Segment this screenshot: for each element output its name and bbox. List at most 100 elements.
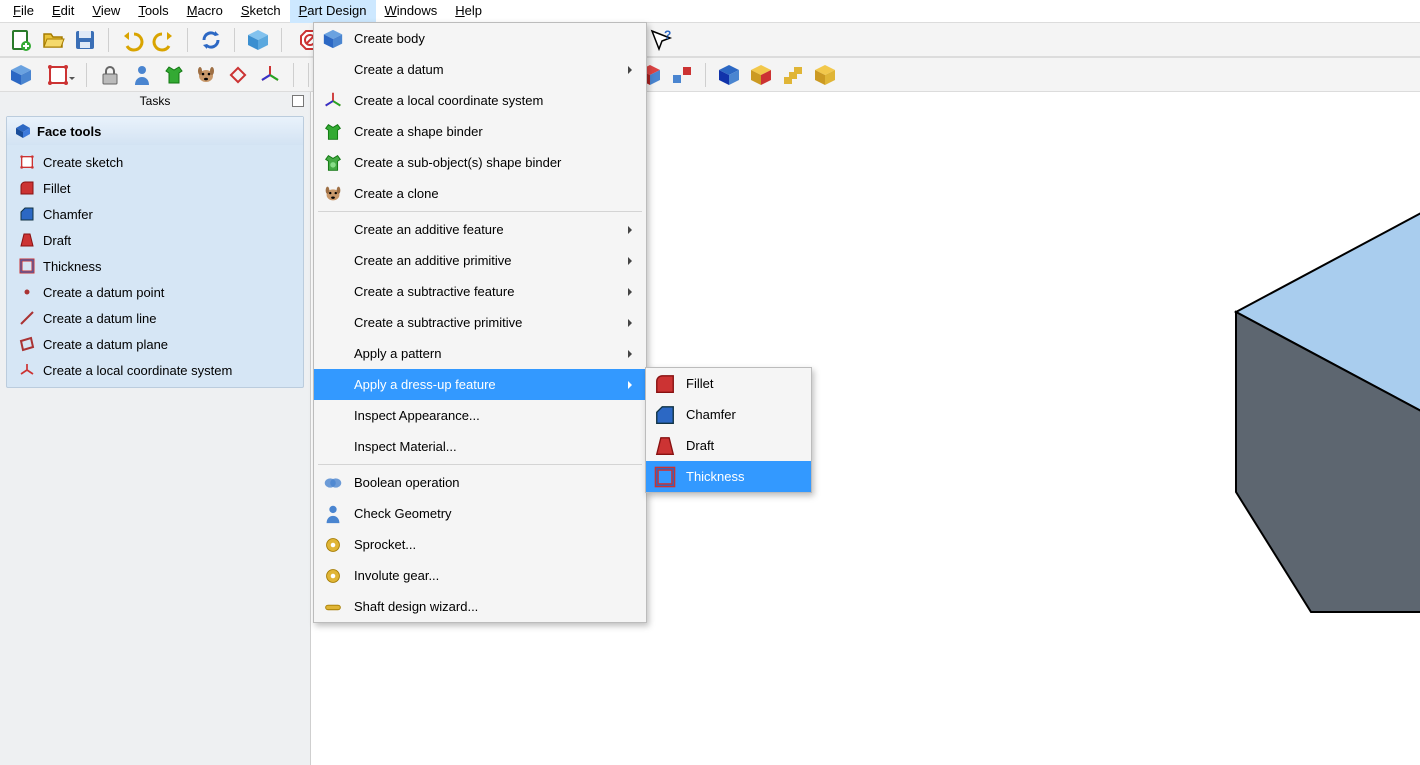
- partdesign-menu: Create body Create a datum Create a local …: [313, 22, 647, 623]
- save-button[interactable]: [70, 25, 100, 55]
- blank-icon: [322, 405, 344, 427]
- menuitem-create-a-local-coordinate-system[interactable]: Create a local coordinate system: [314, 85, 646, 116]
- face-tool-create-sketch[interactable]: Create sketch: [9, 149, 301, 175]
- dressup-submenu: FilletChamfer Draft Thickness: [645, 367, 812, 493]
- shirt-icon: [322, 121, 344, 143]
- menu-file[interactable]: File: [4, 0, 43, 23]
- pl-icon: [19, 336, 35, 352]
- menuitem-label: Create a subtractive feature: [354, 284, 514, 299]
- new-button[interactable]: [6, 25, 36, 55]
- draft-icon: [654, 435, 676, 457]
- face-tool-label: Chamfer: [43, 207, 93, 222]
- gear-icon: [322, 534, 344, 556]
- face-tool-create-a-datum-plane[interactable]: Create a datum plane: [9, 331, 301, 357]
- submenuitem-fillet[interactable]: Fillet: [646, 368, 811, 399]
- block-button[interactable]: [746, 60, 776, 90]
- face-tool-label: Draft: [43, 233, 71, 248]
- open-button[interactable]: [38, 25, 68, 55]
- submenuitem-draft[interactable]: Draft: [646, 430, 811, 461]
- menu-view[interactable]: View: [83, 0, 129, 23]
- sketch-button[interactable]: [38, 60, 78, 90]
- refresh-button[interactable]: [196, 25, 226, 55]
- menuitem-inspect-material-[interactable]: Inspect Material...: [314, 431, 646, 462]
- face-tool-create-a-local-coordinate-system[interactable]: Create a local coordinate system: [9, 357, 301, 383]
- menu-windows[interactable]: Windows: [376, 0, 447, 23]
- submenuitem-chamfer[interactable]: Chamfer: [646, 399, 811, 430]
- blank-icon: [322, 219, 344, 241]
- man-button[interactable]: [127, 60, 157, 90]
- body-icon: [322, 28, 344, 50]
- menuitem-create-a-subtractive-primitive[interactable]: Create a subtractive primitive: [314, 307, 646, 338]
- menuitem-boolean-operation[interactable]: Boolean operation: [314, 467, 646, 498]
- face-tools-panel: Face tools Create sketch Fillet Chamfer Dra…: [6, 116, 304, 388]
- menuitem-create-a-subtractive-feature[interactable]: Create a subtractive feature: [314, 276, 646, 307]
- redo-button[interactable]: [149, 25, 179, 55]
- menu-bar: FileEditViewToolsMacroSketchPart DesignW…: [0, 0, 1420, 22]
- menuitem-create-a-shape-binder[interactable]: Create a shape binder: [314, 116, 646, 147]
- toolbar-main: ?: [0, 22, 1420, 57]
- menuitem-label: Create an additive primitive: [354, 253, 512, 268]
- menuitem-involute-gear-[interactable]: Involute gear...: [314, 560, 646, 591]
- submenuitem-label: Draft: [686, 438, 714, 453]
- menuitem-create-an-additive-feature[interactable]: Create an additive feature: [314, 214, 646, 245]
- grid-button[interactable]: [810, 60, 840, 90]
- menu-sketch[interactable]: Sketch: [232, 0, 290, 23]
- tasks-panel-toggle-icon[interactable]: [292, 95, 304, 107]
- face-tool-label: Create a datum point: [43, 285, 164, 300]
- menu-part-design[interactable]: Part Design: [290, 0, 376, 23]
- shirt-button[interactable]: [159, 60, 189, 90]
- face-tool-chamfer[interactable]: Chamfer: [9, 201, 301, 227]
- diamond-button[interactable]: [223, 60, 253, 90]
- menuitem-check-geometry[interactable]: Check Geometry: [314, 498, 646, 529]
- chamfer-icon: [19, 206, 35, 222]
- face-tool-thickness[interactable]: Thickness: [9, 253, 301, 279]
- tray-button[interactable]: [714, 60, 744, 90]
- menuitem-sprocket-[interactable]: Sprocket...: [314, 529, 646, 560]
- menuitem-create-a-clone[interactable]: Create a clone: [314, 178, 646, 209]
- axes-button[interactable]: [255, 60, 285, 90]
- tasks-pane: Tasks Face tools Create sketch Fillet Cham…: [0, 92, 311, 765]
- menuitem-apply-a-dress-up-feature[interactable]: Apply a dress-up feature: [314, 369, 646, 400]
- body-button[interactable]: [6, 60, 36, 90]
- blank-icon: [322, 281, 344, 303]
- blank-icon: [322, 250, 344, 272]
- menuitem-label: Create body: [354, 31, 425, 46]
- menu-edit[interactable]: Edit: [43, 0, 83, 23]
- shirt2-icon: [322, 152, 344, 174]
- cube-model[interactable]: [1231, 192, 1420, 632]
- menuitem-apply-a-pattern[interactable]: Apply a pattern: [314, 338, 646, 369]
- face-tool-create-a-datum-point[interactable]: Create a datum point: [9, 279, 301, 305]
- menuitem-shaft-design-wizard-[interactable]: Shaft design wizard...: [314, 591, 646, 622]
- menu-macro[interactable]: Macro: [178, 0, 232, 23]
- face-tool-create-a-datum-line[interactable]: Create a datum line: [9, 305, 301, 331]
- menuitem-create-a-sub-object-s-shape-binder[interactable]: Create a sub-object(s) shape binder: [314, 147, 646, 178]
- face-tool-label: Fillet: [43, 181, 70, 196]
- menuitem-create-an-additive-primitive[interactable]: Create an additive primitive: [314, 245, 646, 276]
- face-tool-draft[interactable]: Draft: [9, 227, 301, 253]
- blank-icon: [322, 374, 344, 396]
- dog-button[interactable]: [191, 60, 221, 90]
- menuitem-label: Apply a pattern: [354, 346, 441, 361]
- face-tool-fillet[interactable]: Fillet: [9, 175, 301, 201]
- menuitem-label: Create a datum: [354, 62, 444, 77]
- menu-help[interactable]: Help: [446, 0, 491, 23]
- menuitem-label: Boolean operation: [354, 475, 460, 490]
- menuitem-create-body[interactable]: Create body: [314, 23, 646, 54]
- undo-button[interactable]: [117, 25, 147, 55]
- submenuitem-thickness[interactable]: Thickness: [646, 461, 811, 492]
- tasks-title: Tasks: [0, 92, 310, 110]
- scale-button[interactable]: [667, 60, 697, 90]
- menuitem-label: Create a local coordinate system: [354, 93, 543, 108]
- box-button[interactable]: [243, 25, 273, 55]
- lock-button[interactable]: [95, 60, 125, 90]
- whatsthis-button[interactable]: ?: [646, 25, 676, 55]
- man-icon: [322, 503, 344, 525]
- menuitem-inspect-appearance-[interactable]: Inspect Appearance...: [314, 400, 646, 431]
- face-tool-label: Create sketch: [43, 155, 123, 170]
- menuitem-create-a-datum[interactable]: Create a datum: [314, 54, 646, 85]
- menu-tools[interactable]: Tools: [129, 0, 177, 23]
- stack-button[interactable]: [778, 60, 808, 90]
- face-tools-header[interactable]: Face tools: [7, 117, 303, 145]
- rod-icon: [322, 596, 344, 618]
- fillet-icon: [654, 373, 676, 395]
